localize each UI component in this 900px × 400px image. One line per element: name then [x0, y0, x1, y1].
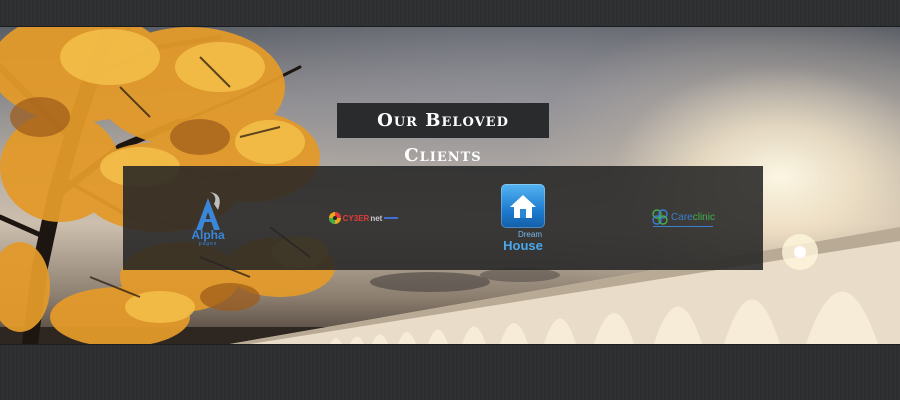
bottom-bar	[0, 344, 900, 400]
care-underline	[653, 226, 713, 227]
client-logo-careclinic[interactable]: Careclinic	[643, 166, 723, 270]
client-logo-cyber[interactable]: CY3ER net	[328, 166, 399, 270]
client-sub-alpha: pages	[198, 240, 218, 247]
house-app-logo-icon	[501, 184, 545, 228]
client-name-house: House	[503, 238, 543, 253]
cyber-globe-logo-icon	[328, 212, 341, 224]
client-sub-cyber: net	[370, 213, 383, 223]
client-logo-alpha[interactable]: Alpha pages	[178, 166, 238, 270]
client-name-clinic: clinic	[692, 211, 715, 223]
section-title: Our Beloved Clients	[337, 103, 549, 166]
clover-logo-icon	[652, 209, 668, 225]
clients-panel: Alpha pages CY3ER net Dream House Carecl…	[123, 166, 763, 270]
client-name-care: Care	[671, 211, 693, 223]
alpha-a-logo-icon	[196, 191, 220, 230]
client-name-cyber: CY3ER	[342, 213, 370, 223]
top-bar	[0, 0, 900, 27]
cyber-underline	[384, 217, 399, 219]
client-name-alpha: Alpha	[191, 227, 225, 242]
client-logo-dreamhouse[interactable]: Dream House	[493, 166, 553, 270]
